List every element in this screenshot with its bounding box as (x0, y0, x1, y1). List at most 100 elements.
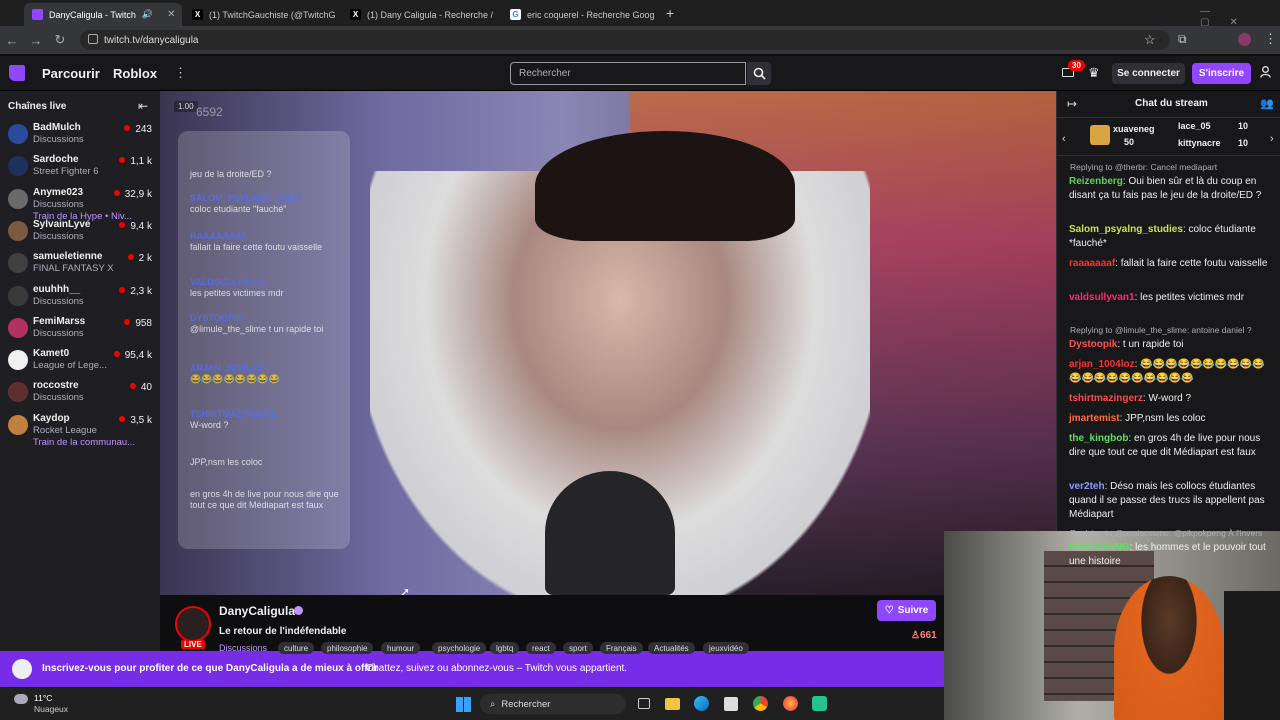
chat-username[interactable]: Dystoopik (1069, 339, 1117, 350)
channel-viewers: 2 k (128, 253, 152, 264)
sidebar-channel[interactable]: SylvainLyve Discussions 9,4 k (0, 217, 160, 253)
channel-name: BadMulch (33, 122, 81, 133)
stream-tag[interactable]: jeuxvidéo (703, 642, 749, 654)
collapse-sidebar-icon[interactable]: ⇤ (138, 99, 148, 113)
sidebar-channel[interactable]: euuhhh__ Discussions 2,3 k (0, 282, 160, 318)
reload-icon[interactable]: ↻ (48, 32, 72, 48)
chrome-icon[interactable] (753, 696, 768, 711)
chat-username[interactable]: PikPokPeNG (1069, 542, 1130, 553)
stream-tag[interactable]: sport (563, 642, 593, 654)
tab-audio-icon[interactable]: 🔊 (142, 9, 153, 20)
edge-icon[interactable] (694, 696, 709, 711)
url-field[interactable]: twitch.tv/danycaligula (80, 30, 1170, 50)
browser-tab[interactable]: DanyCaligula - Twitch 🔊 ✕ (24, 3, 182, 26)
stream-tag[interactable]: philosophie (321, 642, 374, 654)
sidebar-channel[interactable]: samueletienne FINAL FANTASY X 2 k (0, 249, 160, 285)
banner-text: Chattez, suivez ou abonnez-vous – Twitch… (366, 663, 628, 674)
forward-icon[interactable]: → (24, 33, 48, 48)
streamer-avatar[interactable] (175, 606, 211, 642)
chat-username[interactable]: the_kingbob (1069, 433, 1128, 444)
extensions-icon[interactable]: ⧉ (1178, 32, 1187, 47)
sidebar-channel[interactable]: Anyme023 Discussions 32,9 k Train de la Hyp… (0, 185, 160, 222)
chat-username[interactable]: arjan_1004loz (1069, 359, 1135, 370)
chat-message: raaaaaaaf: fallait la faire cette foutu … (1069, 258, 1268, 269)
top-gifter-1-name: xuaveneg (1113, 124, 1155, 134)
browser-tab[interactable]: X(1) TwitchGauchiste (@TwitchG✕ (184, 3, 340, 26)
channel-category: Discussions (33, 327, 84, 339)
taskbar-search[interactable]: ⌕ Rechercher (480, 694, 626, 714)
close-tab-icon[interactable]: ✕ (167, 9, 175, 20)
more-menu-icon[interactable]: ⋮ (174, 65, 187, 81)
store-icon[interactable] (724, 697, 738, 711)
user-menu-icon[interactable] (1260, 66, 1271, 78)
chat-username[interactable]: tshirtmazingerz (1069, 393, 1143, 404)
browser-tab[interactable]: Geric coquerel - Recherche Goog ✕ (502, 3, 662, 26)
stream-tag[interactable]: lgbtq (490, 642, 520, 654)
overlay-text: @limule_the_slime t un rapide toi (190, 324, 324, 334)
gifters-prev-icon[interactable]: ‹ (1062, 133, 1066, 145)
signup-button[interactable]: S'inscrire (1192, 63, 1251, 84)
search-button[interactable] (747, 62, 771, 85)
collapse-chat-icon[interactable]: ↦ (1067, 97, 1077, 111)
stream-tag[interactable]: humour (381, 642, 421, 654)
new-tab-button[interactable]: + (666, 5, 674, 21)
stream-tag[interactable]: psychologie (432, 642, 487, 654)
sidebar-channel[interactable]: Kamet0 League of Lege... 95,4 k (0, 346, 160, 382)
follow-button[interactable]: ♡ Suivre (877, 600, 936, 621)
chat-username[interactable]: Reizenberg (1069, 176, 1123, 187)
app-icon[interactable] (812, 696, 827, 711)
browser-tab[interactable]: X (1) Dany Caligula - Recherche / ✕ (342, 3, 500, 26)
channel-viewers: 243 (124, 124, 152, 135)
site-info-icon[interactable] (88, 34, 98, 44)
chat-username[interactable]: jmartemist (1069, 413, 1120, 424)
login-button[interactable]: Se connecter (1112, 63, 1185, 84)
chat-username[interactable]: raaaaaaaf (1069, 258, 1115, 269)
stream-tag[interactable]: react (526, 642, 556, 654)
windows-start-icon[interactable] (456, 697, 471, 712)
sidebar-channel[interactable]: Kaydop Rocket League 3,5 k Train de la comm… (0, 411, 160, 448)
channel-avatar (8, 253, 28, 274)
chat-username[interactable]: valdsullyvan1 (1069, 292, 1135, 303)
browser-menu-icon[interactable]: ⋮ (1264, 31, 1277, 47)
window-controls[interactable]: —▢✕ (1200, 6, 1280, 28)
channel-name: FemiMarss (33, 315, 86, 327)
browser-tab-title: DanyCaligula - Twitch (49, 9, 136, 20)
stream-tag[interactable]: Actualités (648, 642, 695, 654)
stream-chat (1056, 91, 1280, 531)
chat-users-icon[interactable]: 👥 (1260, 97, 1274, 110)
gifters-next-icon[interactable]: › (1270, 133, 1274, 145)
taskbar-search-text: Rechercher (501, 698, 551, 710)
twitch-logo-icon[interactable] (9, 65, 25, 81)
chat-reply-context: Replying to @ouaiscosmo: @pikpokpeng À l… (1070, 528, 1263, 538)
file-explorer-icon[interactable] (665, 698, 680, 710)
channel-viewers: 1,1 k (119, 156, 152, 167)
sidebar-channel[interactable]: BadMulch Discussions 243 (0, 120, 160, 156)
stream-tag[interactable]: Français (600, 642, 643, 654)
browser-tab-title: (1) Dany Caligula - Recherche / (367, 9, 494, 20)
bookmark-star-icon[interactable]: ☆ (1144, 32, 1156, 48)
browse-link[interactable]: Parcourir (42, 66, 100, 81)
search-input[interactable]: Rechercher (510, 62, 746, 85)
sidebar-channel[interactable]: roccostre Discussions 40 (0, 378, 160, 414)
sidebar-channel[interactable]: FemiMarss Discussions 958 (0, 314, 160, 350)
firefox-icon[interactable] (783, 696, 798, 711)
video-player[interactable]: 1.00 6592 ➚ jeu de la droite/ED ? SALOM_P… (160, 91, 1056, 595)
channel-name: euuhhh__ (33, 283, 81, 295)
chat-username[interactable]: ver2teh (1069, 481, 1105, 492)
channel-viewers: 40 (130, 382, 152, 393)
streamer-name[interactable]: DanyCaligula (219, 604, 295, 618)
channel-viewers: 958 (124, 318, 152, 329)
close-tab-icon[interactable]: ✕ (661, 9, 662, 20)
top-gifter-1-count: 50 (1124, 137, 1135, 147)
chat-text: fallait la faire cette foutu vaisselle (1120, 258, 1268, 269)
close-tab-icon[interactable]: ✕ (499, 9, 500, 20)
streamer-hair (535, 131, 795, 241)
profile-avatar[interactable] (1238, 33, 1251, 46)
prime-crown-icon[interactable]: ♛ (1088, 65, 1100, 81)
roblox-link[interactable]: Roblox (113, 66, 157, 81)
stream-tag[interactable]: culture (278, 642, 315, 654)
chat-username[interactable]: Salom_psyalng_studies (1069, 224, 1183, 235)
task-view-icon[interactable] (638, 698, 650, 709)
sidebar-channel[interactable]: Sardoche Street Fighter 6 1,1 k (0, 152, 160, 188)
back-icon[interactable]: ← (0, 33, 24, 48)
